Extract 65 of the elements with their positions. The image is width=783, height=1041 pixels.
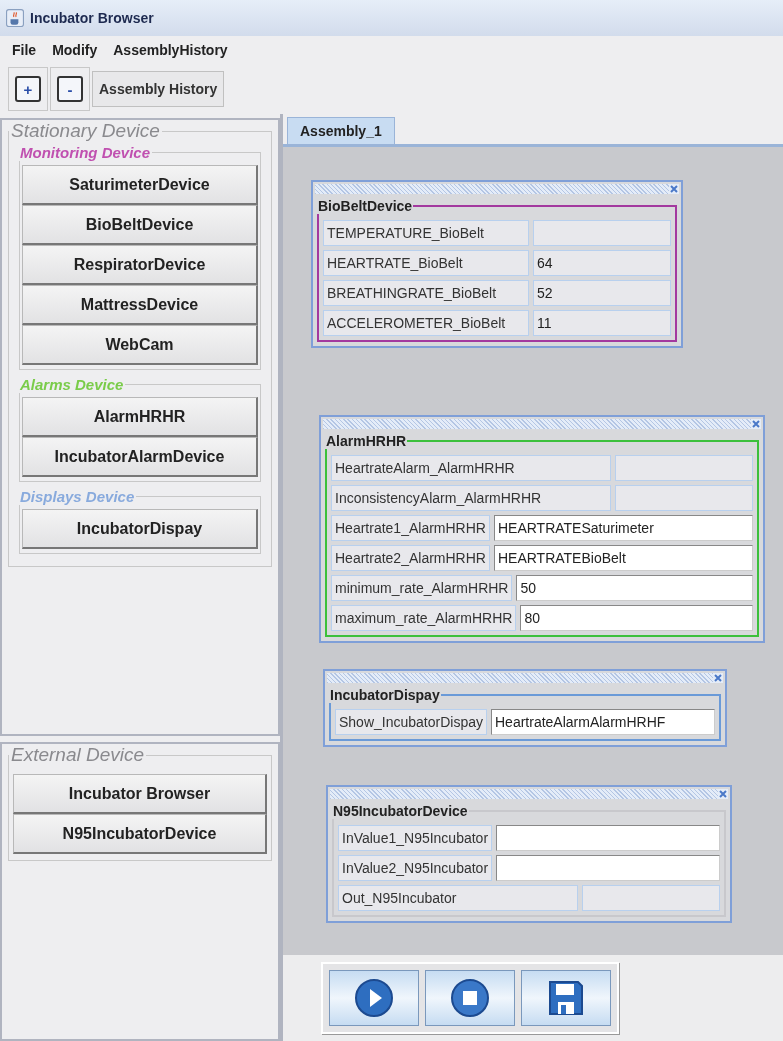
device-title: N95IncubatorDevice (332, 803, 469, 819)
value-field[interactable] (582, 885, 720, 911)
toolbar-button[interactable]: - (57, 76, 83, 102)
close-icon[interactable] (751, 419, 761, 429)
device-button[interactable]: SaturimeterDevice (22, 165, 258, 205)
device-title: IncubatorDispay (329, 687, 441, 703)
value-field[interactable] (496, 855, 720, 881)
tab[interactable]: Assembly_1 (287, 117, 395, 144)
value-field[interactable]: 52 (533, 280, 671, 306)
device-button[interactable]: MattressDevice (22, 285, 258, 325)
value-field[interactable] (615, 455, 753, 481)
close-icon[interactable] (718, 789, 728, 799)
device-button[interactable]: WebCam (22, 325, 258, 365)
device-button[interactable]: AlarmHRHR (22, 397, 258, 437)
property-label: HeartrateAlarm_AlarmHRHR (331, 455, 611, 481)
stop-icon (450, 978, 490, 1018)
group-title: External Device (10, 744, 146, 766)
value-field[interactable] (615, 485, 753, 511)
control-button[interactable] (521, 970, 611, 1026)
value-field[interactable]: 80 (520, 605, 753, 631)
value-field[interactable]: 64 (533, 250, 671, 276)
property-label: Heartrate1_AlarmHRHR (331, 515, 490, 541)
play-icon (354, 978, 394, 1018)
value-field[interactable]: HeartrateAlarmAlarmHRHF (491, 709, 715, 735)
close-icon[interactable] (669, 184, 679, 194)
menu-item[interactable]: File (12, 42, 37, 58)
value-field[interactable]: 11 (533, 310, 671, 336)
property-label: Heartrate2_AlarmHRHR (331, 545, 490, 571)
value-field[interactable] (533, 220, 671, 246)
device-button[interactable]: IncubatorAlarmDevice (22, 437, 258, 477)
value-field[interactable]: HEARTRATEBioBelt (493, 545, 753, 571)
device-button[interactable]: IncubatorDispay (22, 509, 258, 549)
close-icon[interactable] (713, 673, 723, 683)
control-button[interactable] (425, 970, 515, 1026)
subgroup-title: Alarms Device (19, 376, 125, 393)
group-title: Stationary Device (10, 120, 161, 142)
property-label: InValue2_N95Incubator (338, 855, 493, 881)
toolbar-button[interactable]: + (15, 76, 41, 102)
property-label: BREATHINGRATE_BioBelt (323, 280, 529, 306)
device-title: AlarmHRHR (325, 433, 408, 449)
menu-item[interactable]: Modify (52, 42, 98, 58)
device-button[interactable]: Incubator Browser (13, 774, 267, 814)
property-label: Out_N95Incubator (338, 885, 578, 911)
property-label: Show_IncubatorDispay (335, 709, 487, 735)
subgroup-title: Displays Device (19, 488, 136, 505)
device-title: BioBeltDevice (317, 198, 414, 214)
property-label: InValue1_N95Incubator (338, 825, 493, 851)
menu-item[interactable]: AssemblyHistory (113, 42, 228, 58)
property-label: TEMPERATURE_BioBelt (323, 220, 529, 246)
property-label: ACCELEROMETER_BioBelt (323, 310, 529, 336)
toolbar-button[interactable]: Assembly History (92, 71, 225, 107)
control-button[interactable] (329, 970, 419, 1026)
device-button[interactable]: BioBeltDevice (22, 205, 258, 245)
value-field[interactable]: 50 (516, 575, 753, 601)
java-cup-icon (6, 9, 24, 27)
device-button[interactable]: RespiratorDevice (22, 245, 258, 285)
property-label: InconsistencyAlarm_AlarmHRHR (331, 485, 611, 511)
device-button[interactable]: N95IncubatorDevice (13, 814, 267, 854)
property-label: maximum_rate_AlarmHRHR (331, 605, 517, 631)
subgroup-title: Monitoring Device (19, 144, 151, 161)
value-field[interactable] (496, 825, 720, 851)
property-label: HEARTRATE_BioBelt (323, 250, 529, 276)
window-title: Incubator Browser (30, 10, 154, 26)
property-label: minimum_rate_AlarmHRHR (331, 575, 513, 601)
value-field[interactable]: HEARTRATESaturimeter (493, 515, 753, 541)
